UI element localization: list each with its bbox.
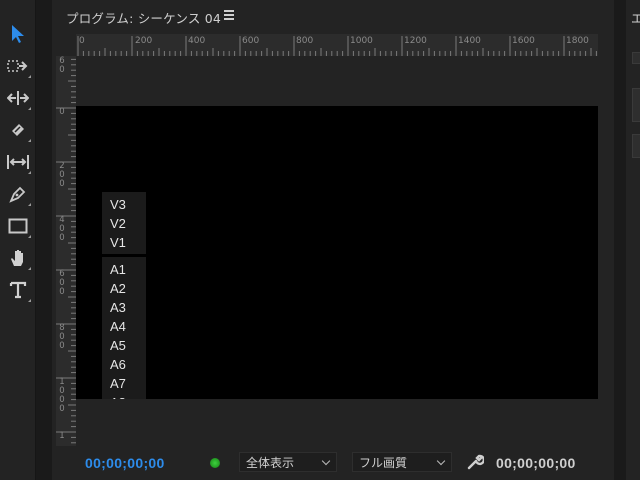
- ruler-v-label: 800: [59, 323, 65, 351]
- razor-tool-button[interactable]: [4, 116, 32, 144]
- duration-timecode: 00;00;00;00: [496, 455, 576, 471]
- type-tool-button[interactable]: [4, 276, 32, 304]
- ruler-v-label: 1000: [59, 377, 65, 414]
- right-panel: エ: [626, 0, 640, 480]
- ruler-h-label: 1800: [566, 36, 589, 46]
- ruler-h-label: 1600: [512, 36, 535, 46]
- ruler-h-label: 1400: [458, 36, 481, 46]
- horizontal-ruler: 0 200 400 600 800 1000 1200 1400 1600 18…: [76, 34, 598, 56]
- tool-group-indicator: [28, 139, 31, 142]
- track-select-forward-icon: [7, 60, 28, 72]
- playback-status-dot-icon: [210, 458, 220, 468]
- hand-icon: [11, 250, 23, 266]
- track-label-a2: A2: [110, 281, 126, 296]
- settings-button[interactable]: [466, 453, 486, 471]
- ruler-h-label: 1000: [350, 36, 373, 46]
- track-label-v1: V1: [110, 235, 126, 250]
- playback-resolution-value: フル画質: [359, 456, 408, 470]
- chevron-down-icon: [321, 456, 331, 466]
- ruler-h-label: 600: [242, 36, 260, 46]
- track-select-tool-button[interactable]: [4, 52, 32, 80]
- arrow-pointer-icon: [12, 25, 24, 43]
- hand-tool-button[interactable]: [4, 244, 32, 272]
- right-panel-control[interactable]: [632, 52, 640, 64]
- ruler-v-label: 200: [59, 161, 65, 189]
- track-label-a3: A3: [110, 300, 126, 315]
- program-monitor-panel: プログラム: シーケンス 04 0 200 400 600 800 1000 1…: [52, 0, 614, 480]
- slip-tool-button[interactable]: [4, 148, 32, 176]
- ruler-v-label: 0: [59, 107, 65, 117]
- rectangle-icon: [8, 218, 28, 234]
- ruler-h-label: 400: [188, 36, 206, 46]
- track-list-overlay: V3 V2 V1 A1 A2 A3 A4 A5 A6 A7 A8: [102, 192, 146, 399]
- playback-resolution-select[interactable]: フル画質: [352, 452, 452, 472]
- audio-track-group: A1 A2 A3 A4 A5 A6 A7 A8: [102, 257, 146, 399]
- tool-group-indicator: [28, 203, 31, 206]
- ripple-edit-icon: [7, 91, 29, 105]
- program-video-canvas[interactable]: V3 V2 V1 A1 A2 A3 A4 A5 A6 A7 A8: [76, 106, 598, 399]
- tool-group-indicator: [28, 267, 31, 270]
- ruler-h-label: 0: [79, 36, 85, 46]
- ripple-edit-tool-button[interactable]: [4, 84, 32, 112]
- panel-divider[interactable]: [36, 0, 52, 480]
- premiere-workspace: プログラム: シーケンス 04 0 200 400 600 800 1000 1…: [0, 0, 640, 480]
- ruler-h-label: 1200: [404, 36, 427, 46]
- track-label-a7: A7: [110, 376, 126, 391]
- ruler-v-label: 600: [59, 269, 65, 297]
- playhead-timecode[interactable]: 00;00;00;00: [85, 455, 165, 471]
- zoom-level-value: 全体表示: [246, 456, 295, 470]
- ruler-h-label: 800: [296, 36, 314, 46]
- ruler-v-label: 400: [59, 215, 65, 243]
- track-label-v2: V2: [110, 216, 126, 231]
- track-label-a6: A6: [110, 357, 126, 372]
- type-t-icon: [9, 281, 27, 299]
- razor-icon: [12, 124, 24, 136]
- panel-divider[interactable]: [614, 0, 626, 480]
- tool-group-indicator: [28, 107, 31, 110]
- pen-icon: [9, 186, 26, 203]
- selection-tool-button[interactable]: [4, 20, 32, 48]
- rectangle-tool-button[interactable]: [4, 212, 32, 240]
- slip-icon: [7, 155, 29, 169]
- right-panel-control[interactable]: [632, 88, 640, 122]
- panel-menu-icon[interactable]: [224, 10, 236, 22]
- video-track-group: V3 V2 V1: [102, 192, 146, 254]
- chevron-down-icon: [436, 456, 446, 466]
- track-label-a1: A1: [110, 262, 126, 277]
- ruler-v-label: 1: [59, 431, 65, 441]
- track-label-a8: A8: [110, 393, 146, 399]
- vertical-ruler: 6 0 0 200 400 600 800 1000 1: [56, 56, 76, 446]
- tool-group-indicator: [28, 299, 31, 302]
- tool-group-indicator: [28, 75, 31, 78]
- tool-group-indicator: [28, 171, 31, 174]
- track-label-a4: A4: [110, 319, 126, 334]
- right-panel-title[interactable]: エ: [631, 8, 640, 27]
- pen-tool-button[interactable]: [4, 180, 32, 208]
- ruler-v-label: 6 0: [59, 56, 65, 75]
- ruler-h-label: 200: [135, 36, 153, 46]
- track-label-v3: V3: [110, 197, 126, 212]
- panel-title[interactable]: プログラム: シーケンス 04: [66, 8, 221, 27]
- panel-header: プログラム: シーケンス 04: [52, 0, 614, 34]
- track-label-a5: A5: [110, 338, 126, 353]
- tool-group-indicator: [28, 235, 31, 238]
- right-panel-control[interactable]: [632, 134, 640, 158]
- tools-panel: [0, 0, 36, 480]
- wrench-icon: [467, 454, 486, 470]
- zoom-level-select[interactable]: 全体表示: [239, 452, 337, 472]
